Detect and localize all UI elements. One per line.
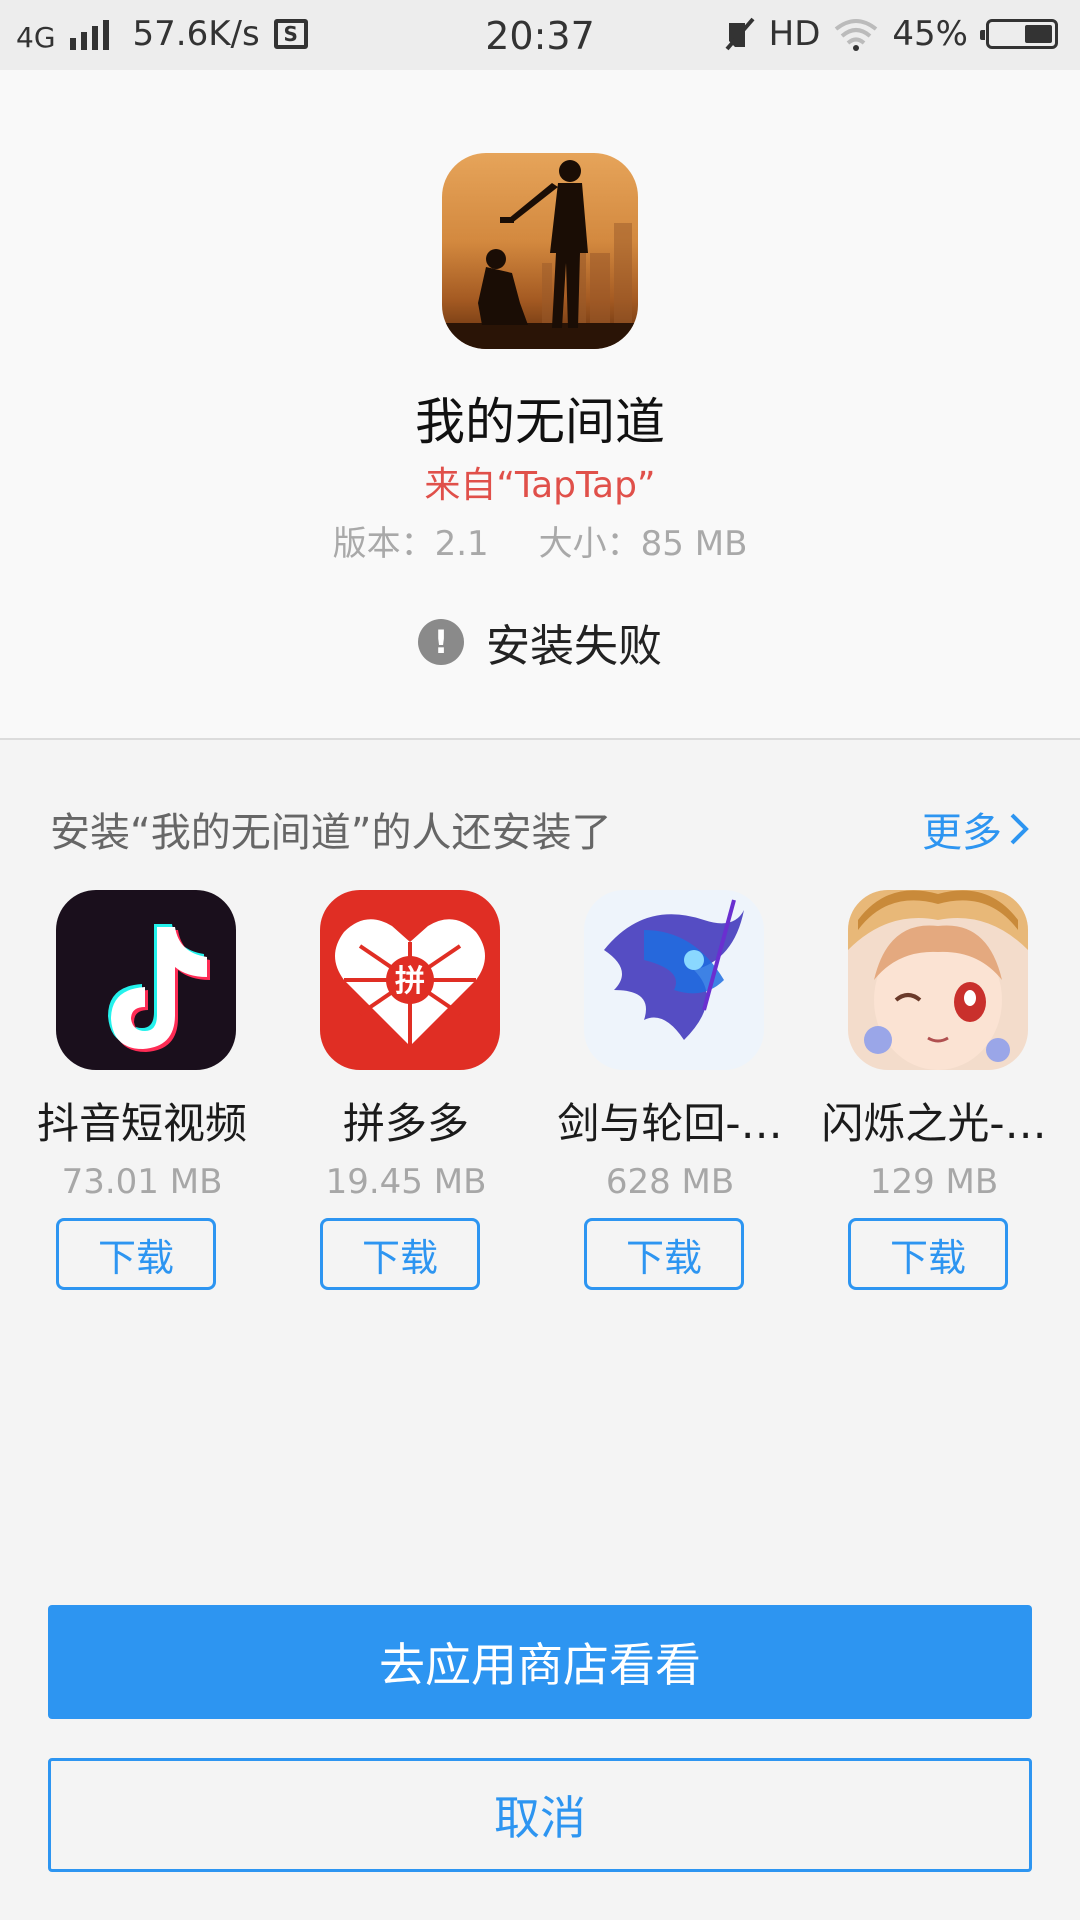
recommend-title: 安装“我的无间道”的人还安装了 bbox=[50, 810, 612, 856]
app-meta: 版本：2.1 大小：85 MB bbox=[0, 516, 1080, 565]
app-card[interactable]: 抖音短视频 73.01 MB 下载 bbox=[10, 890, 274, 1300]
app-card-name: 抖音短视频 bbox=[36, 1099, 247, 1148]
chevron-right-icon bbox=[1010, 813, 1029, 845]
status-right: HD 45% bbox=[725, 14, 1058, 54]
pinduoduo-icon[interactable]: 拼 bbox=[320, 890, 500, 1070]
battery-percent: 45% bbox=[892, 14, 968, 54]
app-name: 我的无间道 bbox=[415, 393, 665, 451]
app-card-size: 628 MB bbox=[605, 1162, 735, 1202]
battery-icon bbox=[980, 19, 1058, 49]
app-card-name: 拼多多 bbox=[342, 1099, 469, 1148]
hd-label: HD bbox=[768, 14, 821, 54]
recommend-apps: 抖音短视频 73.01 MB 下载 拼 拼多多 19.45 MB 下载 剑与轮回… bbox=[0, 890, 1080, 1300]
app-card-size: 129 MB bbox=[869, 1162, 999, 1202]
download-button[interactable]: 下载 bbox=[56, 1218, 216, 1290]
app-card-size: 73.01 MB bbox=[61, 1162, 223, 1202]
app-card[interactable]: 拼 拼多多 19.45 MB 下载 bbox=[274, 890, 538, 1300]
app-card-name: 剑与轮回-… bbox=[557, 1099, 783, 1148]
svg-text:拼: 拼 bbox=[395, 964, 425, 999]
anime-girl-icon[interactable] bbox=[848, 890, 1028, 1070]
go-to-app-store-button[interactable]: 去应用商店看看 bbox=[48, 1605, 1032, 1719]
status-bar: 4G 57.6K/s S 20:37 HD 45% bbox=[0, 0, 1080, 70]
download-button[interactable]: 下载 bbox=[848, 1218, 1008, 1290]
wifi-icon bbox=[834, 17, 878, 51]
mute-icon bbox=[725, 17, 755, 51]
warning-icon: ! bbox=[418, 619, 464, 665]
more-label: 更多 bbox=[922, 810, 1002, 856]
app-card-size: 19.45 MB bbox=[325, 1162, 487, 1202]
app-card-name: 闪烁之光-… bbox=[821, 1099, 1047, 1148]
app-card[interactable]: 剑与轮回-… 628 MB 下载 bbox=[538, 890, 802, 1300]
app-size: 大小：85 MB bbox=[538, 524, 748, 564]
install-status: ! 安装失败 bbox=[0, 610, 1080, 674]
app-icon bbox=[442, 153, 638, 349]
sword-game-icon[interactable] bbox=[584, 890, 764, 1070]
app-card[interactable]: 闪烁之光-… 129 MB 下载 bbox=[802, 890, 1066, 1300]
install-status-text: 安装失败 bbox=[486, 621, 662, 672]
cancel-button[interactable]: 取消 bbox=[48, 1758, 1032, 1872]
tiktok-icon[interactable] bbox=[56, 890, 236, 1070]
app-version: 版本：2.1 bbox=[332, 524, 489, 564]
download-button[interactable]: 下载 bbox=[320, 1218, 480, 1290]
download-button[interactable]: 下载 bbox=[584, 1218, 744, 1290]
app-info-panel: 我的无间道 来自“TapTap” 版本：2.1 大小：85 MB ! 安装失败 bbox=[0, 70, 1080, 740]
more-link[interactable]: 更多 bbox=[922, 800, 1030, 858]
app-source: 来自“TapTap” bbox=[424, 465, 656, 506]
